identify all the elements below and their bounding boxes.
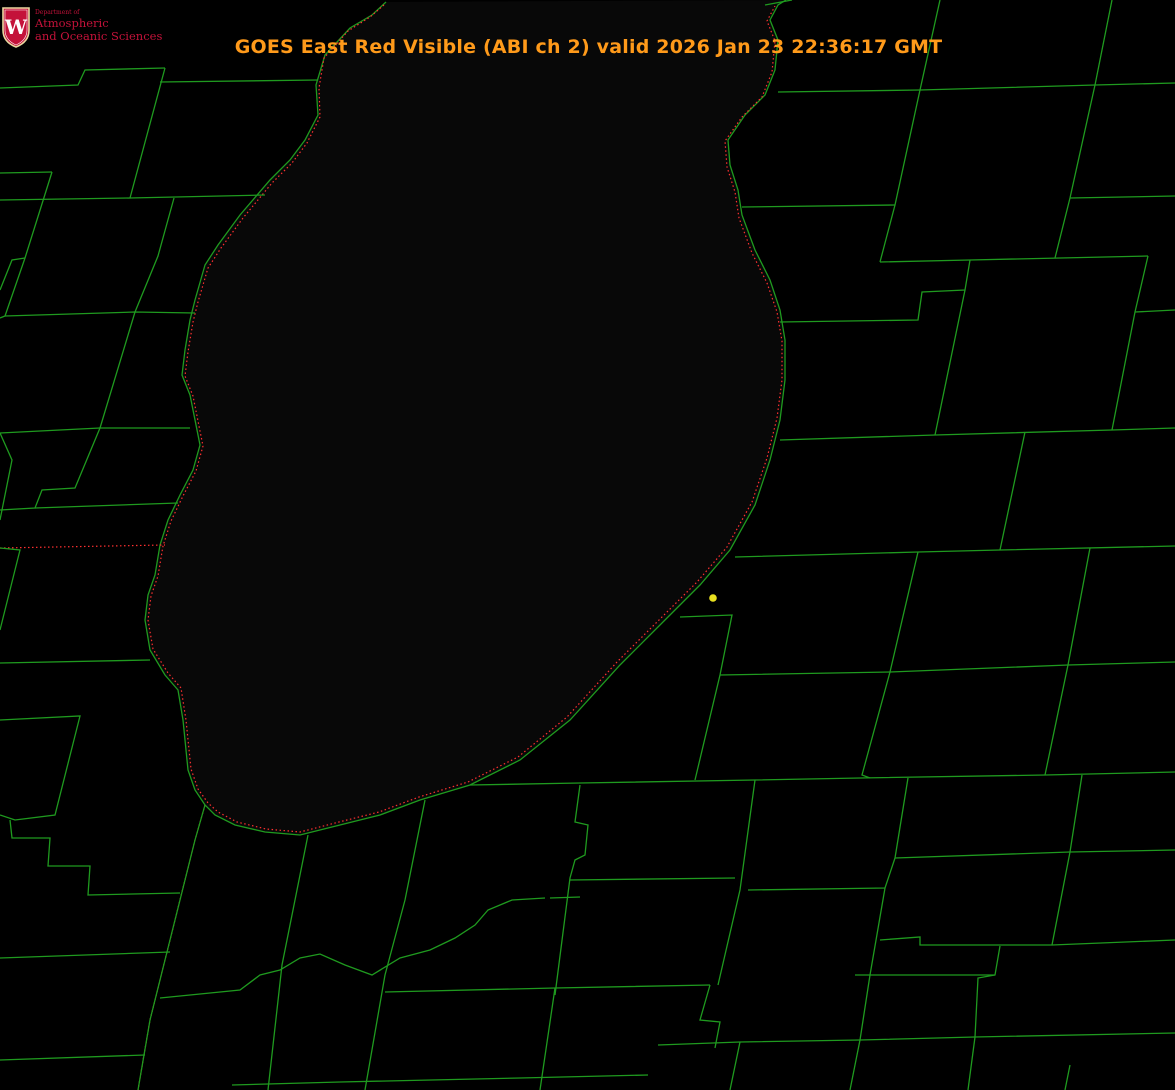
county-lines-east <box>679 0 1175 1041</box>
image-title: GOES East Red Visible (ABI ch 2) valid 2… <box>0 36 1175 58</box>
state-boundary-west <box>0 544 166 549</box>
location-marker[interactable] <box>709 594 717 602</box>
state-boundary-south <box>137 804 206 1090</box>
lake-body <box>145 0 786 835</box>
department-label: Department of <box>35 9 80 16</box>
logo-line-1: Atmospheric <box>35 16 109 30</box>
satellite-map[interactable] <box>0 0 1175 1090</box>
image-title-text: GOES East Red Visible (ABI ch 2) valid 2… <box>234 36 943 58</box>
